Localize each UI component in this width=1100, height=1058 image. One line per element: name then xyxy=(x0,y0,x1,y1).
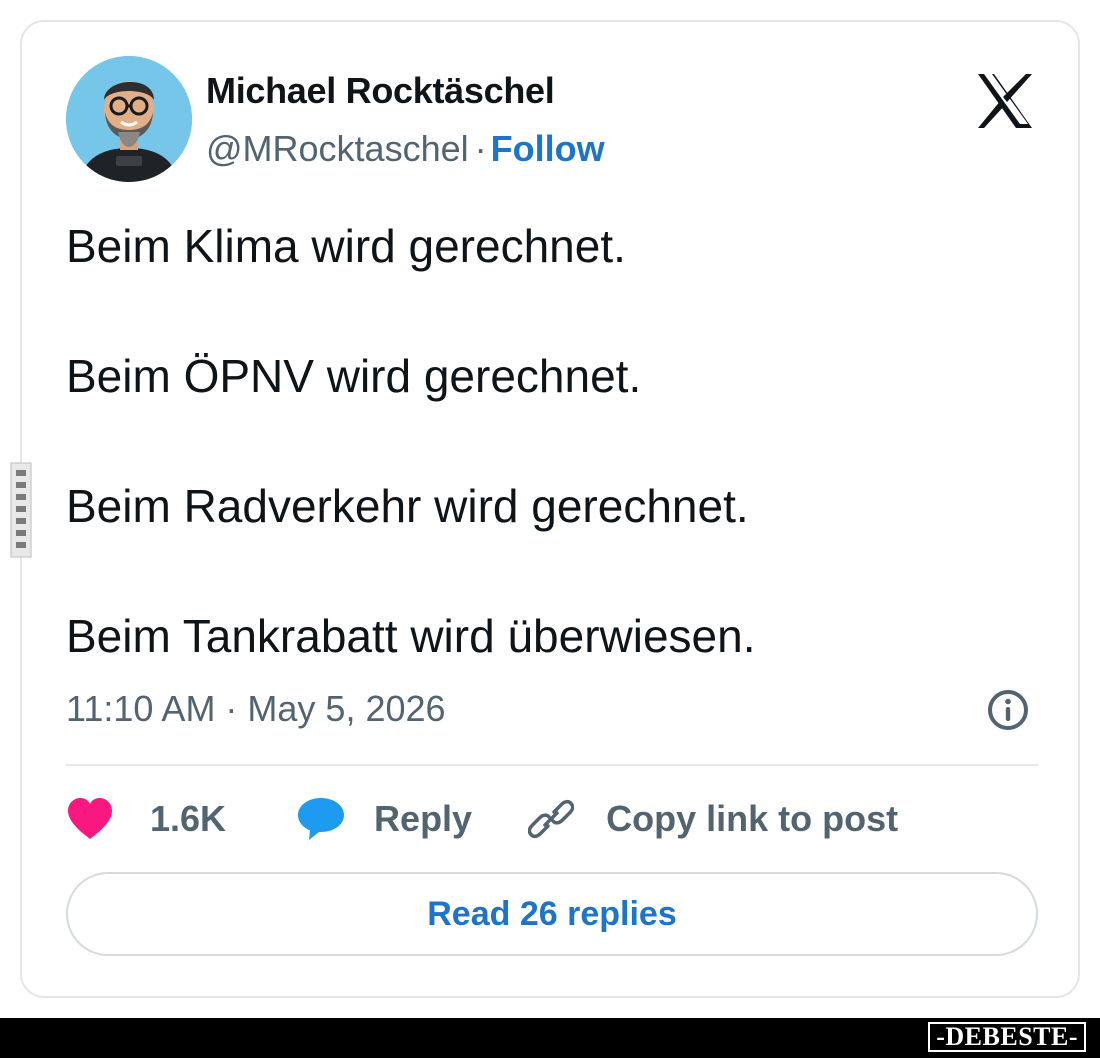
meta-separator: · xyxy=(474,128,487,169)
x-logo-icon[interactable] xyxy=(976,72,1034,130)
author-name[interactable]: Michael Rocktäschel xyxy=(206,70,555,112)
link-icon xyxy=(528,799,575,839)
read-replies-label: Read 26 replies xyxy=(427,894,677,933)
tweet-line: Beim Radverkehr wird gerechnet. xyxy=(66,480,749,532)
author-handle[interactable]: @MRocktaschel xyxy=(206,128,469,169)
action-bar: 1.6K Reply Copy link to post xyxy=(66,794,898,844)
footer-watermark: -DEBESTE- xyxy=(928,1022,1086,1052)
follow-link[interactable]: Follow xyxy=(491,128,605,169)
tweet-line: Beim ÖPNV wird gerechnet. xyxy=(66,350,642,402)
tweet-line: Beim Tankrabatt wird überwiesen. xyxy=(66,610,756,662)
read-replies-button[interactable]: Read 26 replies xyxy=(66,872,1038,956)
footer-bar: -DEBESTE- xyxy=(0,1018,1100,1058)
like-button[interactable]: 1.6K xyxy=(66,797,226,841)
reply-button[interactable]: Reply xyxy=(296,796,472,842)
copy-link-button[interactable]: Copy link to post xyxy=(528,796,898,842)
tweet-line: Beim Klima wird gerechnet. xyxy=(66,220,626,272)
heart-icon xyxy=(68,798,112,839)
speech-bubble-icon xyxy=(298,798,345,840)
avatar-illustration xyxy=(66,56,192,182)
info-icon[interactable] xyxy=(986,688,1030,732)
tweet-timestamp[interactable]: 11:10 AM · May 5, 2026 xyxy=(66,688,446,730)
tweet-text: Beim Klima wird gerechnet. Beim ÖPNV wir… xyxy=(66,218,1026,664)
avatar[interactable] xyxy=(66,56,192,182)
divider xyxy=(66,764,1038,766)
copy-link-label: Copy link to post xyxy=(606,798,899,839)
author-meta: @MRocktaschel · Follow xyxy=(206,128,605,170)
side-watermark-logo xyxy=(10,462,32,558)
reply-label: Reply xyxy=(374,798,473,839)
tweet-card: Michael Rocktäschel @MRocktaschel · Follow… xyxy=(20,20,1080,998)
likes-count: 1.6K xyxy=(150,798,227,839)
page: Michael Rocktäschel @MRocktaschel · Follow… xyxy=(0,0,1100,1058)
